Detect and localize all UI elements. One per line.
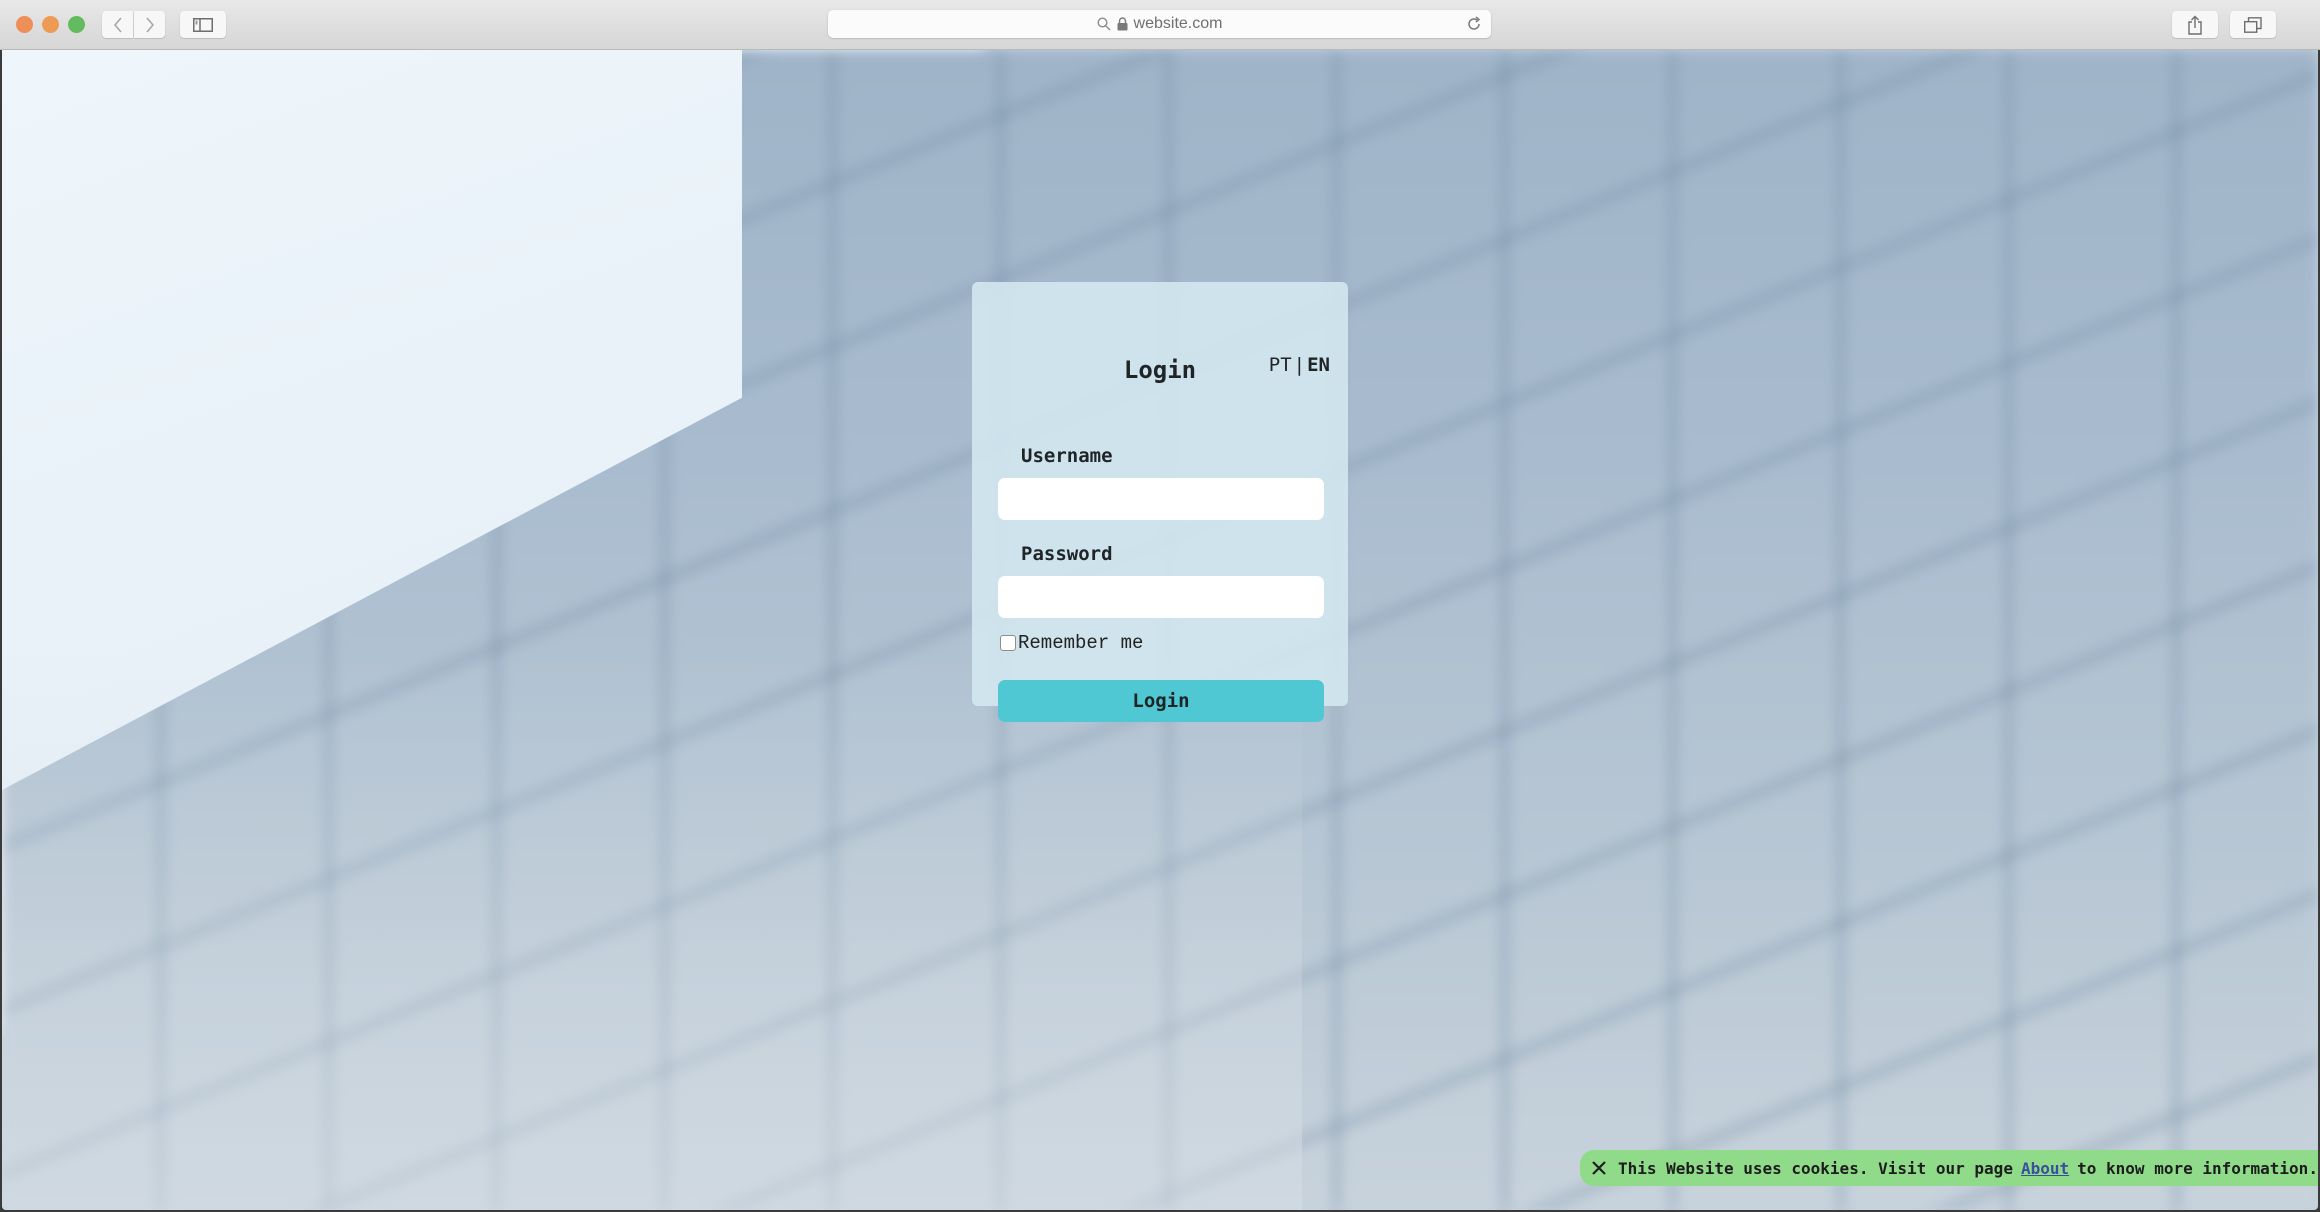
forward-button[interactable] bbox=[134, 11, 165, 38]
remember-me[interactable]: Remember me bbox=[1000, 632, 1143, 654]
page-viewport: Login PT | EN Username Password Remember… bbox=[2, 50, 2318, 1210]
language-switch: PT | EN bbox=[1269, 354, 1330, 376]
remember-me-checkbox[interactable] bbox=[1000, 635, 1016, 651]
share-icon bbox=[2188, 15, 2202, 35]
password-label: Password bbox=[1021, 543, 1113, 565]
back-button[interactable] bbox=[102, 11, 133, 38]
login-button[interactable]: Login bbox=[998, 680, 1324, 722]
search-icon bbox=[1097, 17, 1111, 31]
cookie-banner: This Website uses cookies. Visit our pag… bbox=[1580, 1150, 2318, 1186]
url-text: website.com bbox=[1133, 15, 1223, 32]
password-input[interactable] bbox=[998, 576, 1324, 618]
chevron-left-icon bbox=[113, 16, 122, 33]
username-label: Username bbox=[1021, 445, 1113, 467]
login-card: Login PT | EN Username Password Remember… bbox=[972, 282, 1348, 722]
address-bar[interactable]: website.com bbox=[828, 10, 1491, 38]
remember-me-label[interactable]: Remember me bbox=[1018, 632, 1143, 654]
language-separator: | bbox=[1293, 354, 1306, 376]
reload-icon[interactable] bbox=[1465, 15, 1483, 33]
minimize-window-button[interactable] bbox=[42, 16, 59, 33]
cookie-text-end: to know more information. bbox=[2077, 1158, 2318, 1178]
close-window-button[interactable] bbox=[16, 16, 33, 33]
browser-toolbar: website.com bbox=[0, 0, 2320, 50]
zoom-window-button[interactable] bbox=[68, 16, 85, 33]
lock-icon bbox=[1117, 17, 1128, 31]
about-link[interactable]: About bbox=[2021, 1159, 2069, 1178]
share-button[interactable] bbox=[2172, 11, 2218, 38]
language-en[interactable]: EN bbox=[1307, 354, 1330, 376]
chevron-right-icon bbox=[145, 16, 154, 33]
sidebar-toggle-button[interactable] bbox=[180, 11, 226, 38]
background-overlay bbox=[2, 650, 1302, 1210]
sidebar-icon bbox=[193, 17, 213, 32]
cookie-text: This Website uses cookies. Visit our pag… bbox=[1618, 1158, 2013, 1178]
tabs-icon bbox=[2244, 16, 2262, 33]
username-input[interactable] bbox=[998, 478, 1324, 520]
show-tabs-button[interactable] bbox=[2230, 11, 2276, 38]
language-pt[interactable]: PT bbox=[1269, 354, 1292, 376]
close-icon[interactable] bbox=[1590, 1159, 1608, 1177]
